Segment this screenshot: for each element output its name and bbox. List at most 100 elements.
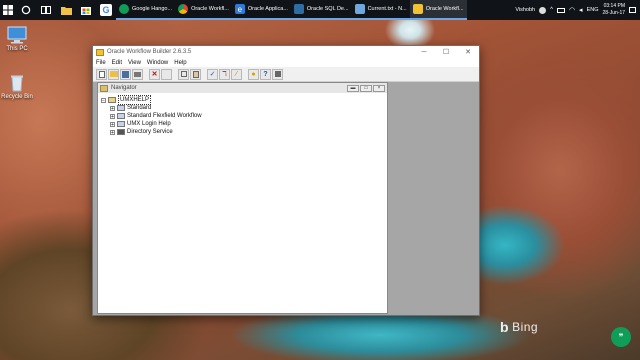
taskbar-app-chrome-workflow[interactable]: Oracle Workfl... <box>175 0 232 20</box>
store-icon[interactable] <box>76 0 96 20</box>
wifi-icon[interactable]: ◠ <box>569 6 575 14</box>
hangouts-chat-button[interactable]: ❞ <box>611 327 631 347</box>
close-icon: ✕ <box>465 49 471 56</box>
clock-time: 03:14 PM <box>603 3 625 9</box>
navigator-window[interactable]: Navigator ▬ ▭ × − UMXHELP + Standard + S… <box>97 82 388 314</box>
workflow-builder-window[interactable]: Oracle Workflow Builder 2.6.3.5 ─ ☐ ✕ Fi… <box>92 45 480 316</box>
save-button[interactable] <box>120 68 131 80</box>
navigator-titlebar[interactable]: Navigator ▬ ▭ × <box>98 83 387 93</box>
new-button[interactable] <box>96 68 107 80</box>
tree-item-label: Directory Service <box>127 129 173 135</box>
notepad-icon <box>354 4 365 14</box>
window-list-button[interactable] <box>272 68 283 80</box>
checkmark-icon: ✓ <box>209 71 216 78</box>
copy-icon <box>180 71 187 77</box>
help-button[interactable]: ? <box>260 68 271 80</box>
taskbar-app-hangouts[interactable]: Google Hango... <box>116 0 176 20</box>
taskbar-app-notepad[interactable]: Current.txt - N... <box>351 0 410 20</box>
battery-icon[interactable] <box>556 7 565 13</box>
wand-icon: ⁄ <box>235 70 238 78</box>
item-type-icon <box>117 105 125 111</box>
taskbar-app-label: Oracle Workfl... <box>191 6 229 12</box>
navigator-maximize-button[interactable]: ▭ <box>360 84 372 92</box>
menu-help[interactable]: Help <box>174 60 186 66</box>
maximize-button[interactable]: ☐ <box>435 46 457 58</box>
edge-icon: e <box>234 4 245 14</box>
print-button[interactable] <box>132 68 143 80</box>
navigator-close-button[interactable]: × <box>373 84 385 92</box>
tree-item-directory-service[interactable]: + Directory Service <box>101 128 384 136</box>
quick-start-button[interactable]: ⁄ <box>231 68 242 80</box>
menu-window[interactable]: Window <box>147 60 168 66</box>
tree-root-node[interactable]: − UMXHELP <box>101 95 384 105</box>
tree-item-label: Standard Flexfield Workflow <box>127 113 202 119</box>
navigator-tree: − UMXHELP + Standard + Standard Flexfiel… <box>101 95 384 310</box>
properties-button[interactable]: ℸ <box>219 68 230 80</box>
collapse-icon[interactable]: − <box>101 97 106 103</box>
blank-button[interactable] <box>161 68 172 80</box>
action-center-icon[interactable] <box>629 7 636 13</box>
hangouts-icon <box>119 4 129 14</box>
taskbar-app-label: Oracle Workfl... <box>425 6 464 12</box>
desktop-icon-this-pc[interactable]: This PC <box>0 26 34 52</box>
item-type-icon <box>117 121 125 127</box>
bing-watermark: b Bing <box>500 319 538 335</box>
close-button[interactable]: ✕ <box>457 46 479 58</box>
minimize-icon: ─ <box>421 48 427 56</box>
navigator-icon <box>100 84 108 92</box>
desktop-icon-label: This PC <box>6 46 28 52</box>
paste-button[interactable] <box>190 68 201 80</box>
taskbar-app-edge[interactable]: e Oracle Applica... <box>231 0 291 20</box>
people-icon[interactable] <box>539 6 547 14</box>
expand-icon[interactable]: + <box>110 113 115 119</box>
lightbulb-icon: ● <box>251 70 256 78</box>
taskbar-app-workflow-builder[interactable]: Oracle Workfl... <box>409 0 467 20</box>
chevron-up-icon[interactable]: ^ <box>550 7 553 13</box>
menu-view[interactable]: View <box>128 60 141 66</box>
delete-button[interactable]: ✕ <box>149 68 160 80</box>
tree-item-label: Standard <box>127 105 152 111</box>
open-button[interactable] <box>108 68 119 80</box>
maximize-icon: ▭ <box>363 85 369 91</box>
bing-label: Bing <box>512 320 539 334</box>
minimize-button[interactable]: ─ <box>413 46 435 58</box>
menu-file[interactable]: File <box>96 60 106 66</box>
desktop-icon-recycle-bin[interactable]: Recycle Bin <box>0 74 34 100</box>
tip-button[interactable]: ● <box>248 68 259 80</box>
clock[interactable]: 03:14 PM 28-Jun-17 <box>602 3 625 17</box>
expand-icon[interactable]: + <box>110 121 115 127</box>
navigator-minimize-button[interactable]: ▬ <box>347 84 359 92</box>
start-windows-icon[interactable] <box>0 0 16 20</box>
window-title: Oracle Workflow Builder 2.6.3.5 <box>107 49 192 55</box>
maximize-icon: ☐ <box>442 49 450 56</box>
window-titlebar[interactable]: Oracle Workflow Builder 2.6.3.5 ─ ☐ ✕ <box>93 46 479 58</box>
language-indicator[interactable]: ENG <box>587 7 599 13</box>
task-view-icon[interactable] <box>36 0 56 20</box>
chrome-icon <box>178 4 189 14</box>
expand-icon[interactable]: + <box>110 105 115 111</box>
taskbar-app-sql-developer[interactable]: Oracle SQL De... <box>290 0 352 20</box>
clock-date: 28-Jun-17 <box>602 10 625 16</box>
taskbar-app-label: Current.txt - N... <box>367 6 407 12</box>
volume-icon[interactable]: ◂ <box>579 6 583 14</box>
menu-edit[interactable]: Edit <box>112 60 122 66</box>
hammer-icon: ℸ <box>222 71 227 78</box>
file-explorer-icon[interactable] <box>56 0 76 20</box>
taskbar-app-label: Google Hango... <box>132 6 173 12</box>
window-list-icon <box>274 71 281 77</box>
google-icon[interactable]: G <box>96 0 116 20</box>
verify-button[interactable]: ✓ <box>207 68 218 80</box>
cortana-icon[interactable] <box>16 0 36 20</box>
print-icon <box>134 71 141 77</box>
copy-button[interactable] <box>178 68 189 80</box>
tree-item-standard[interactable]: + Standard <box>101 104 384 112</box>
data-store-icon <box>108 97 116 103</box>
mdi-client-area: Navigator ▬ ▭ × − UMXHELP + Standard + S… <box>93 82 479 315</box>
computer-icon <box>6 26 28 44</box>
taskbar-app-label: Oracle Applica... <box>247 6 288 12</box>
tray-user-name: Vishobh <box>515 7 536 13</box>
expand-icon[interactable]: + <box>110 129 115 135</box>
tree-item-umx-login-help[interactable]: + UMX Login Help <box>101 120 384 128</box>
workflow-icon <box>412 4 423 14</box>
tree-item-standard-flexfield[interactable]: + Standard Flexfield Workflow <box>101 112 384 120</box>
